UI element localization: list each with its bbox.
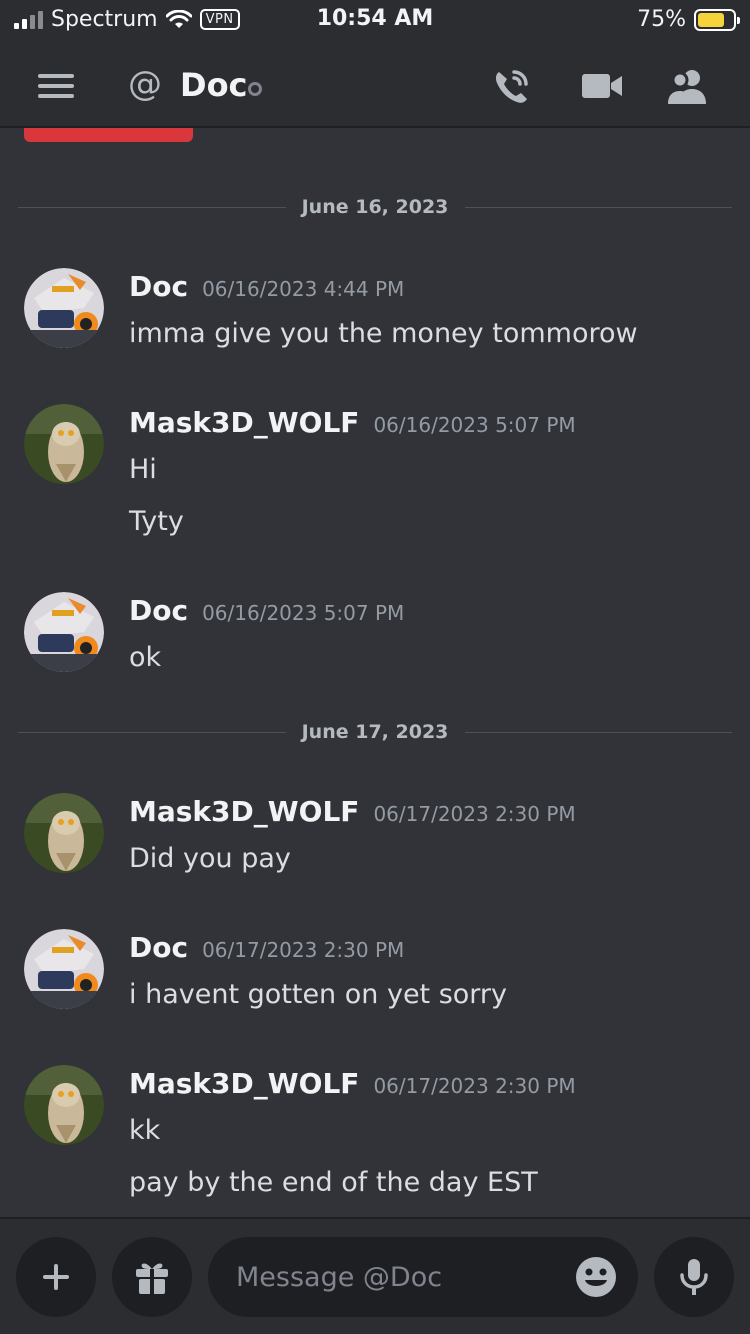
author-name[interactable]: Mask3D_WOLF [129,795,359,828]
message-author[interactable]: Doc 06/17/2023 2:30 PM [129,931,404,964]
gift-button[interactable] [112,1237,192,1317]
voice-message-button[interactable] [654,1237,734,1317]
message-text: kk [129,1115,161,1146]
avatar[interactable] [24,404,104,484]
message-author[interactable]: Doc 06/16/2023 5:07 PM [129,594,404,627]
owl-avatar-image [24,1065,104,1145]
avatar[interactable] [24,592,104,672]
author-name[interactable]: Doc [129,594,188,627]
message-author[interactable]: Doc 06/16/2023 4:44 PM [129,270,404,303]
message-text: Tyty [129,506,184,537]
microphone-icon [680,1259,708,1295]
message-text: ok [129,642,162,673]
timestamp: 06/16/2023 5:07 PM [202,601,405,625]
date-divider-label: June 16, 2023 [301,196,449,218]
gift-icon [136,1263,168,1294]
battery-icon [694,8,740,31]
battery-percent: 75% [637,7,686,32]
phone-call-icon[interactable] [490,66,534,106]
top-bar: Spectrum VPN 10:54 AM 75% @ Doc [0,0,750,128]
author-name[interactable]: Doc [129,931,188,964]
message-text: pay by the end of the day EST [129,1167,538,1198]
message-text: i havent gotten on yet sorry [129,979,508,1010]
timestamp: 06/17/2023 2:30 PM [202,938,405,962]
message-composer [0,1217,750,1334]
doc-avatar-image [24,592,104,672]
video-camera-icon[interactable] [580,66,624,106]
message-author[interactable]: Mask3D_WOLF 06/17/2023 2:30 PM [129,795,576,828]
status-bar: Spectrum VPN 10:54 AM 75% [0,0,750,42]
truncated-banner [24,128,193,142]
avatar[interactable] [24,793,104,873]
doc-avatar-image [24,929,104,1009]
date-divider-label: June 17, 2023 [301,721,449,743]
message-text: Hi [129,454,157,485]
timestamp: 06/17/2023 2:30 PM [373,1074,576,1098]
date-divider: June 17, 2023 [18,717,732,747]
page-title[interactable]: Doc [180,66,248,104]
channel-header: @ Doc [0,42,750,128]
message-input-container[interactable] [208,1237,638,1317]
timestamp: 06/16/2023 5:07 PM [373,413,576,437]
doc-avatar-image [24,268,104,348]
at-icon: @ [128,64,162,104]
date-divider: June 16, 2023 [18,192,732,222]
timestamp: 06/17/2023 2:30 PM [373,802,576,826]
author-name[interactable]: Doc [129,270,188,303]
author-name[interactable]: Mask3D_WOLF [129,1067,359,1100]
message-author[interactable]: Mask3D_WOLF 06/17/2023 2:30 PM [129,1067,576,1100]
avatar[interactable] [24,929,104,1009]
owl-avatar-image [24,793,104,873]
avatar[interactable] [24,1065,104,1145]
message-author[interactable]: Mask3D_WOLF 06/16/2023 5:07 PM [129,406,576,439]
emoji-icon[interactable] [574,1255,618,1299]
owl-avatar-image [24,404,104,484]
message-text: Did you pay [129,843,291,874]
avatar[interactable] [24,268,104,348]
hamburger-icon[interactable] [38,74,74,104]
plus-icon [43,1264,69,1290]
members-icon[interactable] [666,66,710,106]
author-name[interactable]: Mask3D_WOLF [129,406,359,439]
offline-status-icon [248,82,262,96]
add-attachment-button[interactable] [16,1237,96,1317]
message-input[interactable] [236,1255,566,1299]
timestamp: 06/16/2023 4:44 PM [202,277,405,301]
message-text: imma give you the money tommorow [129,318,638,349]
